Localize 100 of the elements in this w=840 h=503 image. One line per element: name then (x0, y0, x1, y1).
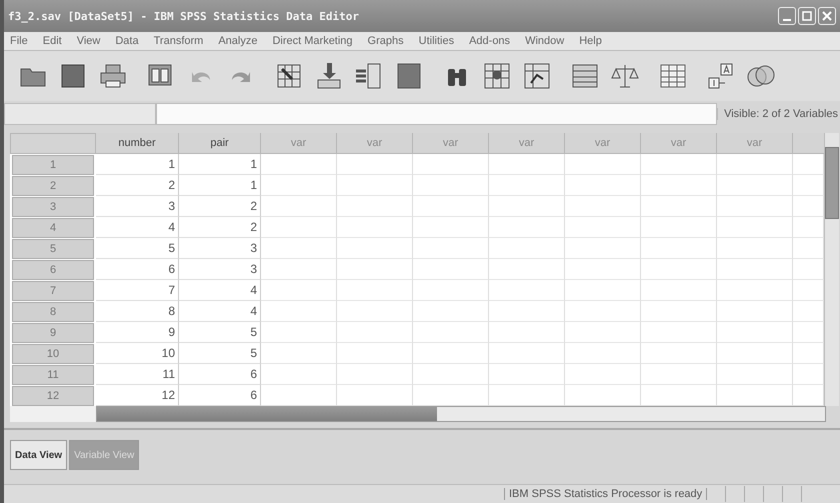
empty-cell[interactable] (565, 238, 641, 259)
empty-cell[interactable] (489, 280, 565, 301)
table-cell[interactable]: 6 (96, 259, 179, 280)
column-header[interactable]: var (337, 133, 413, 154)
table-cell[interactable]: 1 (179, 175, 261, 196)
empty-cell[interactable] (489, 343, 565, 364)
empty-cell[interactable] (565, 217, 641, 238)
empty-cell[interactable] (489, 322, 565, 343)
view-tab[interactable]: Data View (10, 440, 68, 470)
empty-cell[interactable] (489, 175, 565, 196)
empty-cell[interactable] (337, 154, 413, 175)
column-header[interactable] (793, 133, 824, 154)
empty-cell[interactable] (717, 196, 793, 217)
empty-cell[interactable] (641, 196, 717, 217)
table-cell[interactable]: 1 (96, 154, 179, 175)
menu-item[interactable]: Direct Marketing (272, 35, 353, 47)
empty-cell[interactable] (717, 217, 793, 238)
empty-cell[interactable] (413, 259, 489, 280)
menu-item[interactable]: View (76, 35, 100, 47)
empty-cell[interactable] (565, 343, 641, 364)
toolbar-button[interactable] (482, 61, 512, 91)
row-header[interactable]: 3 (12, 197, 94, 217)
empty-cell[interactable] (565, 175, 641, 196)
row-header[interactable]: 2 (12, 176, 94, 196)
menu-item[interactable]: Analyze (218, 35, 258, 47)
menu-item[interactable]: Transform (154, 35, 204, 47)
table-cell[interactable]: 2 (179, 196, 261, 217)
empty-cell[interactable] (413, 280, 489, 301)
empty-cell[interactable] (641, 259, 717, 280)
column-header[interactable]: var (261, 133, 337, 154)
empty-cell[interactable] (261, 259, 337, 280)
empty-cell[interactable] (489, 301, 565, 322)
empty-cell[interactable] (641, 238, 717, 259)
empty-cell[interactable] (717, 259, 793, 280)
empty-cell[interactable] (413, 175, 489, 196)
menu-item[interactable]: Graphs (368, 35, 404, 47)
column-header[interactable]: var (641, 133, 717, 154)
table-cell[interactable]: 10 (96, 343, 179, 364)
cell-reference-field[interactable] (4, 103, 156, 125)
menu-item[interactable]: Help (579, 35, 602, 47)
row-header[interactable]: 10 (12, 344, 94, 364)
column-header[interactable]: number (96, 133, 179, 154)
column-header[interactable]: pair (179, 133, 261, 154)
empty-cell[interactable] (641, 154, 717, 175)
table-cell[interactable]: 9 (96, 322, 179, 343)
table-cell[interactable]: 3 (96, 196, 179, 217)
empty-cell[interactable] (261, 196, 337, 217)
empty-cell[interactable] (413, 154, 489, 175)
empty-cell[interactable] (261, 238, 337, 259)
row-header[interactable]: 8 (12, 302, 94, 322)
empty-cell[interactable] (337, 259, 413, 280)
row-header[interactable]: 12 (12, 386, 94, 406)
table-cell[interactable]: 3 (179, 238, 261, 259)
table-cell[interactable]: 4 (96, 217, 179, 238)
minimize-button[interactable] (778, 7, 796, 25)
empty-cell[interactable] (641, 217, 717, 238)
table-cell[interactable]: 3 (179, 259, 261, 280)
empty-cell[interactable] (337, 301, 413, 322)
empty-cell[interactable] (337, 217, 413, 238)
table-cell[interactable]: 5 (179, 322, 261, 343)
empty-cell[interactable] (337, 343, 413, 364)
vertical-scrollbar[interactable] (824, 133, 839, 406)
menu-item[interactable]: Window (525, 35, 564, 47)
empty-cell[interactable] (261, 154, 337, 175)
row-header[interactable]: 7 (12, 281, 94, 301)
table-cell[interactable]: 8 (96, 301, 179, 322)
empty-cell[interactable] (413, 301, 489, 322)
close-button[interactable] (818, 7, 836, 25)
empty-cell[interactable] (413, 217, 489, 238)
menu-item[interactable]: File (10, 35, 28, 47)
menu-item[interactable]: Edit (42, 35, 62, 47)
empty-cell[interactable] (717, 238, 793, 259)
empty-cell[interactable] (717, 280, 793, 301)
empty-cell[interactable] (337, 322, 413, 343)
empty-cell[interactable] (717, 175, 793, 196)
menu-item[interactable]: Add-ons (469, 35, 510, 47)
empty-cell[interactable] (717, 301, 793, 322)
table-cell[interactable]: 11 (96, 364, 179, 385)
empty-cell[interactable] (489, 196, 565, 217)
column-header[interactable]: var (413, 133, 489, 154)
empty-cell[interactable] (641, 322, 717, 343)
empty-cell[interactable] (565, 259, 641, 280)
row-header[interactable]: 1 (12, 155, 94, 175)
column-header[interactable]: var (565, 133, 641, 154)
empty-cell[interactable] (565, 196, 641, 217)
empty-cell[interactable] (413, 364, 489, 385)
empty-cell[interactable] (413, 238, 489, 259)
empty-cell[interactable] (337, 196, 413, 217)
empty-cell[interactable] (337, 364, 413, 385)
empty-cell[interactable] (641, 280, 717, 301)
empty-cell[interactable] (565, 364, 641, 385)
row-header[interactable]: 5 (12, 239, 94, 259)
empty-cell[interactable] (261, 322, 337, 343)
table-cell[interactable]: 4 (179, 280, 261, 301)
column-header[interactable]: var (489, 133, 565, 154)
empty-cell[interactable] (565, 301, 641, 322)
menu-item[interactable]: Utilities (418, 35, 454, 47)
empty-cell[interactable] (337, 280, 413, 301)
empty-cell[interactable] (641, 343, 717, 364)
empty-cell[interactable] (489, 217, 565, 238)
